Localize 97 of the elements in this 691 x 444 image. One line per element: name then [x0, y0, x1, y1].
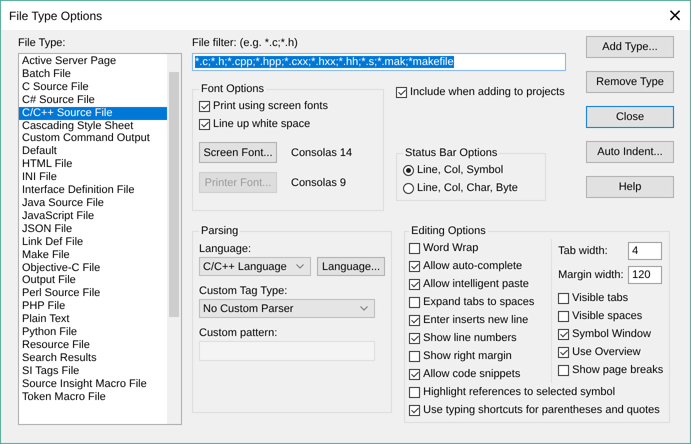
font-value: Consolas 14	[291, 146, 352, 158]
list-item[interactable]: Default	[19, 145, 167, 158]
list-item[interactable]: Make File	[19, 248, 167, 262]
list-item[interactable]: C# Source File	[19, 94, 167, 107]
list-item[interactable]: Perl Source File	[19, 287, 167, 300]
checkbox-label: Show page breaks	[572, 363, 664, 378]
radio-label: Line, Col, Char, Byte	[417, 181, 518, 196]
checkbox[interactable]	[409, 332, 420, 344]
checkbox[interactable]	[409, 296, 420, 308]
custom-tag-type-dropdown[interactable]: No Custom Parser	[199, 299, 375, 318]
list-item[interactable]: Cascading Style Sheet	[19, 120, 167, 132]
radio-button[interactable]	[403, 182, 414, 194]
list-item[interactable]: JSON File	[19, 222, 167, 236]
checkbox[interactable]	[409, 350, 420, 362]
window-title: File Type Options	[9, 8, 102, 22]
checkbox[interactable]	[558, 364, 570, 376]
checkbox[interactable]	[558, 328, 570, 340]
language-dropdown[interactable]: C/C++ Language	[199, 257, 311, 276]
checkbox[interactable]	[409, 386, 420, 398]
dialog-button[interactable]: Remove Type	[586, 71, 674, 93]
list-item[interactable]: Java Source File	[19, 196, 167, 210]
list-item[interactable]: C Source File	[19, 80, 167, 94]
group-title: Font Options	[200, 83, 265, 95]
checkbox-label: Include when adding to projects	[410, 85, 565, 100]
list-item[interactable]: Search Results	[19, 352, 167, 365]
dialog-button[interactable]: Auto Indent...	[586, 141, 674, 163]
list-item[interactable]: INI File	[19, 171, 167, 184]
checkbox-label: Use Overview	[572, 345, 641, 360]
checkbox-label: Allow intelligent paste	[423, 277, 529, 292]
field-label: Tab width:	[558, 244, 608, 256]
checkbox-label: Word Wrap	[423, 241, 478, 256]
checkbox[interactable]	[396, 86, 407, 98]
group-title: Parsing	[200, 225, 240, 237]
list-item[interactable]: Python File	[19, 326, 167, 339]
custom-pattern-label: Custom pattern:	[199, 326, 278, 341]
list-item[interactable]: Output File	[19, 274, 167, 288]
checkbox-label: Enter inserts new line	[423, 313, 528, 328]
checkbox-label: Show right margin	[423, 349, 512, 364]
checkbox-label: Visible spaces	[572, 309, 642, 324]
checkbox-label: Use typing shortcuts for parentheses and quotes	[423, 403, 660, 418]
checkbox-label: Line up white space	[213, 117, 310, 132]
close-button[interactable]: ×	[660, 1, 690, 30]
radio-label: Line, Col, Symbol	[417, 163, 504, 178]
checkbox[interactable]	[409, 404, 420, 416]
checkbox-label: Allow auto-complete	[423, 259, 522, 274]
file-filter-label: File filter: (e.g. *.c;*.h)	[192, 36, 299, 50]
custom-tag-type-label: Custom Tag Type:	[199, 284, 288, 299]
checkbox-label: Expand tabs to spaces	[423, 295, 534, 310]
list-item[interactable]: Batch File	[19, 68, 167, 81]
font-value: Consolas 9	[291, 176, 346, 188]
checkbox[interactable]	[409, 368, 420, 380]
list-item[interactable]: Resource File	[19, 338, 167, 352]
group-title: Status Bar Options	[404, 147, 498, 159]
list-item[interactable]: Active Server Page	[19, 55, 167, 68]
checkbox[interactable]	[558, 346, 570, 358]
checkbox[interactable]	[409, 278, 420, 290]
list-item[interactable]: SI Tags File	[19, 364, 167, 378]
checkbox[interactable]	[409, 314, 420, 326]
list-item[interactable]: Plain Text	[19, 313, 167, 326]
checkbox-label: Show line numbers	[423, 331, 517, 346]
list-item[interactable]: C/C++ Source File	[19, 106, 167, 120]
checkbox[interactable]	[409, 260, 420, 272]
list-item[interactable]: Source Insight Macro File	[19, 378, 167, 391]
list-item[interactable]: Token Macro File	[19, 390, 167, 404]
group-title: Editing Options	[410, 225, 487, 237]
number-field[interactable]: 120	[628, 266, 662, 284]
language-button[interactable]: Language...	[317, 257, 386, 276]
list-item[interactable]: Link Def File	[19, 236, 167, 249]
font-button[interactable]: Screen Font...	[199, 142, 277, 163]
radio-button[interactable]	[403, 164, 414, 176]
list-item[interactable]: Objective-C File	[19, 262, 167, 274]
dialog-button[interactable]: Close	[586, 106, 674, 128]
list-item[interactable]: HTML File	[19, 158, 167, 172]
checkbox[interactable]	[558, 292, 570, 304]
dialog-button[interactable]: Add Type...	[586, 36, 674, 58]
checkbox-label: Visible tabs	[572, 291, 628, 306]
checkbox[interactable]	[409, 242, 420, 254]
checkbox[interactable]	[199, 118, 210, 130]
field-label: Margin width:	[558, 268, 624, 280]
dialog-button[interactable]: Help	[586, 176, 674, 198]
checkbox[interactable]	[199, 100, 210, 112]
file-type-label: File Type:	[18, 36, 66, 50]
number-field[interactable]: 4	[628, 242, 662, 260]
checkbox[interactable]	[558, 310, 570, 322]
checkbox-label: Print using screen fonts	[213, 99, 328, 114]
checkbox-label: Allow code snippets	[423, 367, 520, 382]
chevron-down-icon	[296, 264, 304, 269]
language-label: Language:	[199, 242, 252, 257]
list-item[interactable]: Interface Definition File	[19, 184, 167, 197]
checkbox-label: Symbol Window	[572, 327, 651, 342]
checkbox-label: Highlight references to selected symbol	[423, 385, 616, 400]
list-item[interactable]: Custom Command Output	[19, 132, 167, 146]
chevron-down-icon	[360, 306, 368, 311]
list-item[interactable]: JavaScript File	[19, 210, 167, 223]
file-filter-field[interactable]: *.c;*.h;*.cpp;*.hpp;*.cxx;*.hxx;*.hh;*.s;*.mak;*makefile	[192, 53, 566, 71]
scrollbar[interactable]	[167, 54, 181, 424]
list-item[interactable]: PHP File	[19, 300, 167, 314]
